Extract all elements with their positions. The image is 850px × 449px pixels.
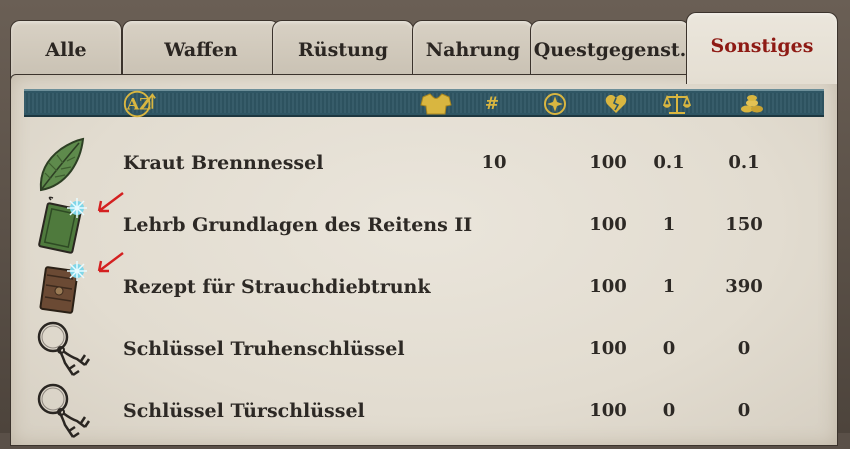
broken-heart-icon[interactable] bbox=[596, 92, 636, 116]
item-name: Schlüssel Truhenschlüssel bbox=[123, 338, 405, 360]
item-weight: 0 bbox=[662, 338, 676, 359]
marker-arrow-icon bbox=[97, 252, 124, 273]
column-header-bar: AZ # bbox=[24, 89, 824, 118]
tab-nahrung[interactable]: Nahrung bbox=[412, 20, 534, 82]
item-name: Lehrb Grundlagen des Reitens II bbox=[123, 214, 473, 236]
svg-text:AZ: AZ bbox=[126, 95, 152, 114]
tab-alle[interactable]: Alle bbox=[10, 20, 122, 82]
cross-shield-icon[interactable] bbox=[535, 92, 575, 116]
item-value: 0.1 bbox=[728, 152, 760, 173]
brown-book-icon bbox=[33, 257, 99, 319]
inventory-window: Alle Waffen Rüstung Nahrung Questgegenst… bbox=[0, 0, 850, 446]
az-sort-icon[interactable]: AZ bbox=[121, 86, 159, 122]
item-condition: 100 bbox=[589, 214, 627, 235]
item-weight: 0 bbox=[662, 400, 676, 421]
item-weight: 0.1 bbox=[653, 152, 685, 173]
item-weight: 1 bbox=[662, 214, 676, 235]
tab-ruestung[interactable]: Rüstung bbox=[272, 20, 414, 82]
list-item[interactable]: Rezept für Strauchdiebtrunk 100 1 390 bbox=[11, 252, 837, 319]
green-book-icon bbox=[33, 194, 99, 256]
list-item[interactable]: Kraut Brennnessel 10 100 0.1 0.1 bbox=[11, 135, 837, 195]
count-icon[interactable]: # bbox=[472, 92, 512, 116]
count-header-label: # bbox=[484, 94, 500, 114]
tab-questgegenstaende[interactable]: Questgegenst. bbox=[530, 20, 690, 82]
item-value: 390 bbox=[725, 276, 763, 297]
nettle-leaf-icon bbox=[33, 135, 99, 197]
item-weight: 1 bbox=[662, 276, 676, 297]
scales-icon[interactable] bbox=[657, 92, 697, 116]
item-list-panel: AZ # Kraut Brennnessel 10 100 0.1 0.1 Le… bbox=[10, 74, 838, 446]
marker-arrow-icon bbox=[97, 192, 124, 213]
item-count: 10 bbox=[481, 152, 507, 173]
list-item[interactable]: Lehrb Grundlagen des Reitens II 100 1 15… bbox=[11, 192, 837, 257]
item-condition: 100 bbox=[589, 276, 627, 297]
coins-icon[interactable] bbox=[732, 92, 772, 116]
list-item[interactable]: Schlüssel Truhenschlüssel 100 0 0 bbox=[11, 321, 837, 381]
item-value: 0 bbox=[737, 338, 751, 359]
tab-waffen[interactable]: Waffen bbox=[122, 20, 280, 82]
category-tabs: Alle Waffen Rüstung Nahrung Questgegenst… bbox=[10, 12, 840, 84]
item-condition: 100 bbox=[589, 152, 627, 173]
item-condition: 100 bbox=[589, 338, 627, 359]
item-name: Kraut Brennnessel bbox=[123, 152, 324, 174]
list-item[interactable]: Schlüssel Türschlüssel 100 0 0 bbox=[11, 383, 837, 443]
shirt-icon[interactable] bbox=[416, 92, 456, 116]
key-ring-icon bbox=[33, 317, 99, 379]
item-name: Schlüssel Türschlüssel bbox=[123, 400, 365, 422]
item-name: Rezept für Strauchdiebtrunk bbox=[123, 276, 431, 298]
tab-label: Sonstiges bbox=[710, 35, 814, 57]
item-condition: 100 bbox=[589, 400, 627, 421]
key-ring-icon bbox=[33, 379, 99, 441]
item-value: 0 bbox=[737, 400, 751, 421]
item-value: 150 bbox=[725, 214, 763, 235]
tab-sonstiges[interactable]: Sonstiges bbox=[686, 12, 838, 84]
